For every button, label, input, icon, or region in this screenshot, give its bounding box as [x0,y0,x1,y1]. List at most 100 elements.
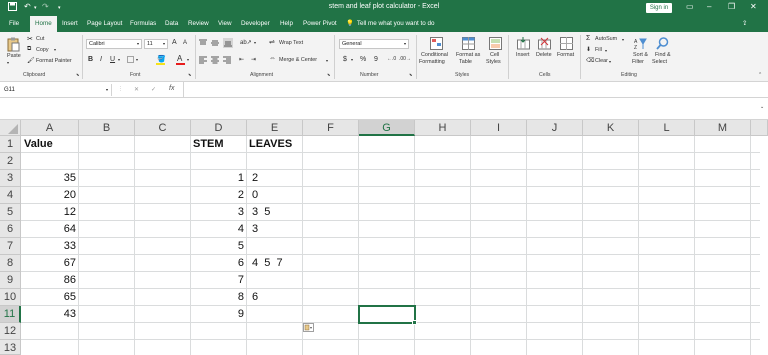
cell-e5[interactable]: 3 5 [252,204,270,221]
merge-center-icon[interactable]: ⇔ [269,55,276,62]
tell-me-search[interactable]: 💡 Tell me what you want to do [346,16,435,32]
name-box[interactable]: G11 ▾ [0,84,112,96]
cell-d9[interactable]: 7 [191,272,244,289]
format-cells-icon[interactable] [560,37,573,50]
column-header-m[interactable]: M [695,120,751,136]
row-header-8[interactable]: 8 [0,255,21,272]
merge-dropdown-icon[interactable]: ▾ [326,58,328,63]
cell-e3[interactable]: 2 [252,170,258,187]
paste-dropdown-icon[interactable]: ▾ [7,60,9,65]
number-format-box[interactable]: General ▾ [339,39,409,49]
copy-button[interactable]: Copy [36,47,49,53]
clear-button[interactable]: Clear [595,58,608,64]
cell-a4[interactable]: 20 [21,187,76,204]
font-name-box[interactable]: Calibri ▾ [86,39,142,49]
format-as-table-button-line2[interactable]: Table [459,59,472,65]
vertical-scrollbar[interactable] [760,136,768,355]
cell-a6[interactable]: 64 [21,221,76,238]
conditional-formatting-button-line2[interactable]: Formatting [419,59,445,65]
cell-d7[interactable]: 5 [191,238,244,255]
comma-button[interactable]: 9 [374,56,378,63]
autosum-button[interactable]: AutoSum [595,36,617,42]
sort-filter-button-line2[interactable]: Filter [632,59,644,65]
tab-home[interactable]: Home [30,16,57,32]
orientation-icon[interactable]: ab↗ [240,39,252,46]
fill-handle[interactable] [412,320,417,325]
delete-cells-button[interactable]: Delete [536,52,552,58]
cell-a8[interactable]: 67 [21,255,76,272]
wrap-text-button[interactable]: Wrap Text [279,40,303,46]
alignment-launcher-icon[interactable]: ⬊ [327,72,330,77]
grow-font-button[interactable]: A [172,39,177,46]
autosum-dropdown-icon[interactable]: ▾ [622,37,624,42]
align-middle-icon[interactable] [211,39,219,46]
cell-a11[interactable]: 43 [21,306,76,323]
cell-d8[interactable]: 6 [191,255,244,272]
cell-d11[interactable]: 9 [191,306,244,323]
cell-a10[interactable]: 65 [21,289,76,306]
format-painter-icon[interactable]: 🖌 [27,57,35,64]
minimize-icon[interactable]: – [707,2,711,11]
find-select-button-line2[interactable]: Select [652,59,667,65]
delete-cells-icon[interactable] [538,37,551,50]
orientation-dropdown-icon[interactable]: ▾ [254,40,256,45]
bold-button[interactable]: B [88,56,93,63]
cell-e1[interactable]: LEAVES [249,136,292,153]
row-header-10[interactable]: 10 [0,289,21,306]
cell-styles-icon[interactable] [489,37,502,50]
paste-button[interactable]: Paste [7,53,21,59]
column-header-g[interactable]: G [359,120,415,136]
row-header-2[interactable]: 2 [0,153,21,170]
ribbon-display-icon[interactable]: ▭ [686,2,694,11]
row-header-1[interactable]: 1 [0,136,21,153]
cell-styles-button-line2[interactable]: Styles [486,59,501,65]
cell-a3[interactable]: 35 [21,170,76,187]
row-header-3[interactable]: 3 [0,170,21,187]
font-name-dropdown-icon[interactable]: ▾ [137,40,139,48]
row-header-12[interactable]: 12 [0,323,21,340]
italic-button[interactable]: I [100,56,102,63]
decrease-indent-icon[interactable]: ⇤ [239,56,244,63]
borders-dropdown-icon[interactable]: ▾ [136,57,138,62]
column-header-j[interactable]: J [527,120,583,136]
number-format-dropdown-icon[interactable]: ▾ [404,40,406,48]
column-header-a[interactable]: A [21,120,79,136]
cell-d10[interactable]: 8 [191,289,244,306]
column-header-h[interactable]: H [415,120,471,136]
paste-icon[interactable] [7,37,20,52]
restore-icon[interactable]: ❐ [728,2,735,11]
font-size-dropdown-icon[interactable]: ▾ [163,40,165,48]
tab-page-layout[interactable]: Page Layout [87,16,122,32]
copy-dropdown-icon[interactable]: ▾ [54,47,56,52]
align-top-icon[interactable] [199,39,207,46]
tab-file[interactable]: File [9,16,19,32]
format-painter-button[interactable]: Format Painter [36,58,72,64]
copy-icon[interactable]: ⧉ [27,46,34,53]
increase-decimal-icon[interactable]: ←.0 [387,56,396,62]
cell-e8[interactable]: 4 5 7 [252,255,283,272]
cell-d4[interactable]: 2 [191,187,244,204]
column-header-i[interactable]: I [471,120,527,136]
format-as-table-button[interactable]: Format as [456,52,480,58]
row-header-9[interactable]: 9 [0,272,21,289]
paste-options-icon[interactable] [303,323,314,332]
number-launcher-icon[interactable]: ⬊ [409,72,412,77]
expand-formula-bar-icon[interactable]: ⌄ [760,104,764,110]
column-header-e[interactable]: E [247,120,303,136]
find-select-icon[interactable] [656,37,669,50]
column-header-d[interactable]: D [191,120,247,136]
fill-color-icon[interactable]: 🪣 [157,55,166,63]
cell-d6[interactable]: 4 [191,221,244,238]
clear-dropdown-icon[interactable]: ▾ [609,59,611,64]
borders-icon[interactable] [127,56,134,63]
name-box-dropdown-icon[interactable]: ▾ [106,84,108,96]
cut-button[interactable]: Cut [36,36,44,42]
sort-filter-icon[interactable]: AZ [634,37,647,51]
currency-button[interactable]: $ [343,56,347,63]
font-launcher-icon[interactable]: ⬊ [188,72,191,77]
currency-dropdown-icon[interactable]: ▾ [351,57,353,62]
cell-a7[interactable]: 33 [21,238,76,255]
align-right-icon[interactable] [223,56,231,64]
wrap-text-icon[interactable]: ⇌ [269,38,275,46]
conditional-formatting-button[interactable]: Conditional [421,52,448,58]
